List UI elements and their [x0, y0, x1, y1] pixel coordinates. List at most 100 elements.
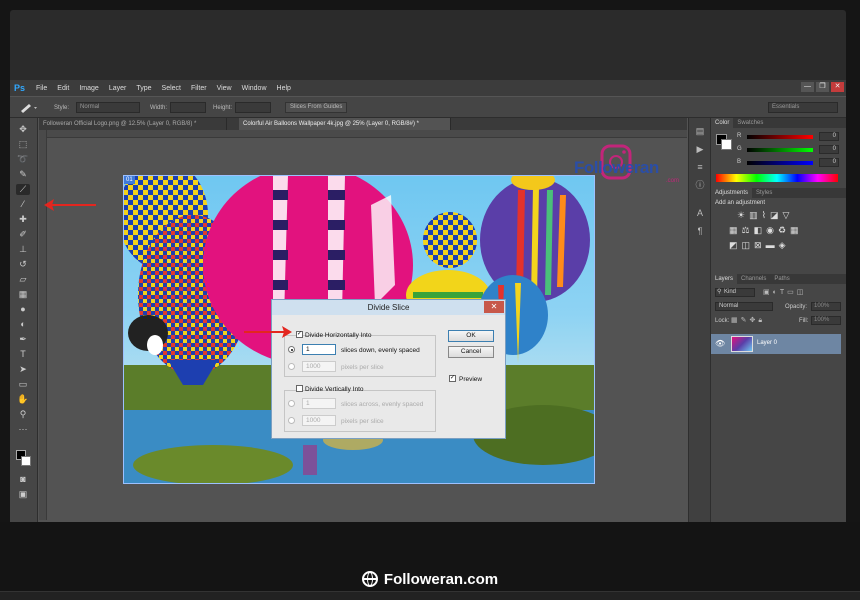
lock-paint-icon[interactable]: ✎ — [741, 317, 750, 324]
properties-panel-icon[interactable]: ≡ — [694, 162, 706, 172]
selective-color-icon[interactable]: ◈ — [779, 240, 790, 250]
filter-shape-icon[interactable]: ▭ — [787, 289, 797, 296]
type-tool-icon[interactable]: T — [16, 349, 30, 360]
pen-tool-icon[interactable]: ✒ — [16, 334, 30, 345]
opacity-input[interactable]: 100% — [811, 302, 841, 311]
menu-edit[interactable]: Edit — [52, 85, 74, 92]
history-panel-icon[interactable]: ▤ — [694, 126, 706, 136]
brush-tool-icon[interactable]: ✐ — [16, 229, 30, 240]
channel-g-slider[interactable] — [747, 148, 813, 152]
bw-icon[interactable]: ◧ — [754, 225, 767, 235]
pixels-per-slice-v-input[interactable]: 1000 — [302, 415, 336, 426]
preview-checkbox[interactable]: ✓ — [449, 375, 456, 382]
filter-smart-icon[interactable]: ◫ — [797, 289, 807, 296]
gradient-tool-icon[interactable]: ▦ — [16, 289, 30, 300]
tab-swatches[interactable]: Swatches — [733, 118, 767, 128]
layer-row[interactable]: 👁︎ Layer 0 — [711, 334, 841, 354]
pixels-per-slice-h-radio[interactable] — [288, 363, 295, 370]
cancel-button[interactable]: Cancel — [448, 346, 494, 358]
slices-across-radio[interactable] — [288, 400, 295, 407]
healing-tool-icon[interactable]: ✚ — [16, 214, 30, 225]
posterize-icon[interactable]: ◫ — [742, 240, 755, 250]
tab-adjustments[interactable]: Adjustments — [711, 188, 753, 198]
photo-filter-icon[interactable]: ◉ — [766, 225, 778, 235]
divide-horizontally-checkbox[interactable]: ✓ — [296, 331, 303, 338]
actions-panel-icon[interactable]: ▶ — [694, 144, 706, 154]
gradient-map-icon[interactable]: ▬ — [766, 240, 779, 250]
threshold-icon[interactable]: ⊠ — [754, 240, 766, 250]
style-select[interactable]: Normal — [76, 102, 140, 113]
divide-vertically-checkbox[interactable] — [296, 385, 303, 392]
tab-logo-document[interactable]: Followeran Official Logo.png @ 12.5% (La… — [39, 118, 227, 130]
pixels-per-slice-h-input[interactable]: 1000 — [302, 361, 336, 372]
lock-transparent-icon[interactable]: ▦ — [731, 317, 741, 324]
eyedropper-tool-icon[interactable]: ⁄ — [16, 199, 30, 210]
hand-tool-icon[interactable]: ✋ — [16, 394, 30, 405]
slices-down-input[interactable]: 1 — [302, 344, 336, 355]
menu-type[interactable]: Type — [131, 85, 156, 92]
tab-styles[interactable]: Styles — [752, 188, 776, 198]
slice-tool-icon[interactable] — [18, 101, 40, 114]
exposure-icon[interactable]: ◪ — [770, 210, 783, 220]
width-input[interactable] — [170, 102, 206, 113]
dodge-tool-icon[interactable]: ◐ — [16, 319, 30, 330]
quick-mask-icon[interactable]: ◙ — [16, 474, 30, 485]
path-select-tool-icon[interactable]: ➤ — [16, 364, 30, 375]
channel-b-value[interactable]: 0 — [819, 158, 839, 167]
hue-icon[interactable]: ▦ — [729, 225, 742, 235]
brightness-icon[interactable]: ☀ — [737, 210, 749, 220]
tab-color[interactable]: Color — [711, 118, 734, 128]
channel-g-value[interactable]: 0 — [819, 145, 839, 154]
shape-tool-icon[interactable]: ▭ — [16, 379, 30, 390]
eraser-tool-icon[interactable]: ▱ — [16, 274, 30, 285]
menu-select[interactable]: Select — [157, 85, 186, 92]
blend-mode-select[interactable]: Normal — [715, 302, 773, 311]
ok-button[interactable]: OK — [448, 330, 494, 342]
channel-r-slider[interactable] — [747, 135, 813, 139]
paragraph-panel-icon[interactable]: ¶ — [694, 226, 706, 236]
lasso-tool-icon[interactable]: ➰ — [16, 154, 30, 165]
marquee-tool-icon[interactable]: ⬚ — [16, 139, 30, 150]
pixels-per-slice-v-radio[interactable] — [288, 417, 295, 424]
menu-file[interactable]: File — [31, 85, 52, 92]
menu-filter[interactable]: Filter — [186, 85, 212, 92]
slices-down-radio[interactable] — [288, 346, 295, 353]
invert-icon[interactable]: ◩ — [729, 240, 742, 250]
fill-input[interactable]: 100% — [811, 316, 841, 325]
levels-icon[interactable]: ▥ — [749, 210, 762, 220]
menu-layer[interactable]: Layer — [104, 85, 132, 92]
channel-b-slider[interactable] — [747, 161, 813, 165]
close-button[interactable]: ✕ — [831, 82, 844, 92]
menu-view[interactable]: View — [212, 85, 237, 92]
tab-layers[interactable]: Layers — [711, 274, 738, 284]
menu-help[interactable]: Help — [272, 85, 296, 92]
info-panel-icon[interactable]: ⓘ — [694, 180, 706, 190]
tab-balloons-document[interactable]: Colorful Air Balloons Wallpaper 4k.jpg @… — [239, 118, 451, 130]
mixer-icon[interactable]: ♻ — [778, 225, 790, 235]
move-tool-icon[interactable]: ✥ — [16, 124, 30, 135]
lookup-icon[interactable]: ▦ — [790, 225, 803, 235]
layer-kind-filter[interactable]: ⚲ Kind — [715, 288, 755, 297]
color-spectrum-bar[interactable] — [716, 174, 838, 182]
restore-button[interactable]: ❐ — [816, 82, 829, 92]
menu-window[interactable]: Window — [237, 85, 272, 92]
curves-icon[interactable]: ⌇ — [762, 210, 770, 220]
dialog-close-button[interactable]: ✕ — [484, 301, 504, 313]
height-input[interactable] — [235, 102, 271, 113]
slice-tool-icon[interactable]: ⟋ — [16, 184, 30, 195]
vibrance-icon[interactable]: ▽ — [783, 210, 794, 220]
workspace-select[interactable]: Essentials — [768, 102, 838, 113]
minimize-button[interactable]: — — [801, 82, 814, 92]
quick-select-tool-icon[interactable]: ✎ — [16, 169, 30, 180]
tab-paths[interactable]: Paths — [770, 274, 793, 284]
background-color-swatch[interactable] — [21, 456, 31, 466]
tab-channels[interactable]: Channels — [737, 274, 770, 284]
lock-all-icon[interactable]: 🔒︎ — [758, 317, 765, 324]
slices-from-guides-button[interactable]: Slices From Guides — [285, 102, 348, 113]
filter-pixel-icon[interactable]: ▣ — [763, 289, 773, 296]
screen-mode-icon[interactable]: ▣ — [16, 489, 30, 500]
character-panel-icon[interactable]: A — [694, 208, 706, 218]
visibility-eye-icon[interactable]: 👁︎ — [715, 339, 725, 348]
color-bg-swatch[interactable] — [721, 139, 732, 150]
more-tools-icon[interactable]: ··· — [16, 424, 30, 435]
